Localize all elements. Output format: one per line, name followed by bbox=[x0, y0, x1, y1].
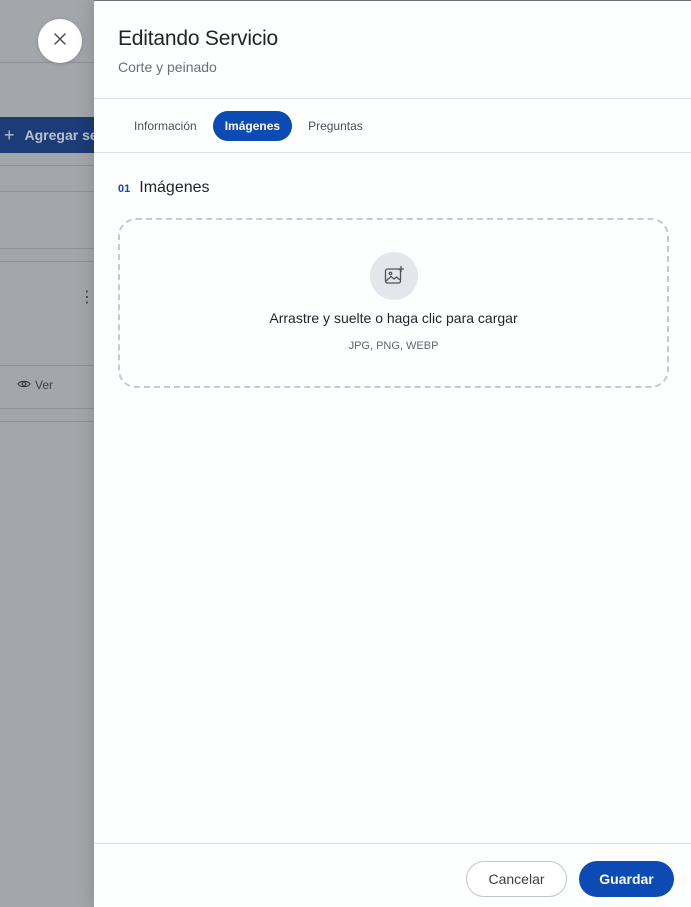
save-button[interactable]: Guardar bbox=[579, 861, 674, 897]
tab-bar: Información Imágenes Preguntas bbox=[94, 99, 691, 153]
drawer-footer: Cancelar Guardar bbox=[94, 843, 691, 907]
add-service-button[interactable]: + Agregar se bbox=[0, 117, 95, 153]
image-add-icon bbox=[370, 252, 418, 300]
cancel-button[interactable]: Cancelar bbox=[466, 861, 567, 897]
background-page: + Agregar se ⋮ Ver bbox=[0, 0, 95, 907]
drawer-header: Editando Servicio Corte y peinado bbox=[94, 1, 691, 99]
divider bbox=[0, 421, 95, 422]
add-service-label: Agregar se bbox=[24, 127, 95, 143]
divider bbox=[0, 408, 95, 409]
view-link[interactable]: Ver bbox=[17, 378, 53, 392]
close-icon bbox=[53, 32, 67, 51]
dropzone-instruction: Arrastre y suelte o haga clic para carga… bbox=[269, 310, 518, 326]
plus-icon: + bbox=[4, 124, 15, 145]
tab-preguntas[interactable]: Preguntas bbox=[296, 111, 375, 141]
eye-icon bbox=[17, 378, 31, 392]
edit-service-drawer: Editando Servicio Corte y peinado Inform… bbox=[94, 0, 691, 907]
close-drawer-button[interactable] bbox=[38, 19, 82, 63]
image-upload-dropzone[interactable]: Arrastre y suelte o haga clic para carga… bbox=[118, 218, 669, 388]
section-heading: 01 Imágenes bbox=[118, 179, 210, 197]
section-number: 01 bbox=[118, 183, 131, 195]
drawer-subtitle: Corte y peinado bbox=[118, 59, 217, 75]
drawer-title: Editando Servicio bbox=[118, 27, 279, 50]
view-label: Ver bbox=[35, 378, 54, 392]
divider bbox=[0, 191, 95, 192]
divider bbox=[0, 261, 95, 262]
tab-informacion[interactable]: Información bbox=[122, 111, 209, 141]
section-title: Imágenes bbox=[139, 179, 210, 196]
more-options-icon[interactable]: ⋮ bbox=[79, 289, 95, 307]
dropzone-formats: JPG, PNG, WEBP bbox=[348, 340, 439, 352]
tab-imagenes[interactable]: Imágenes bbox=[212, 110, 293, 141]
divider bbox=[0, 62, 95, 63]
divider bbox=[0, 248, 95, 249]
divider bbox=[0, 365, 95, 366]
divider bbox=[0, 165, 95, 166]
